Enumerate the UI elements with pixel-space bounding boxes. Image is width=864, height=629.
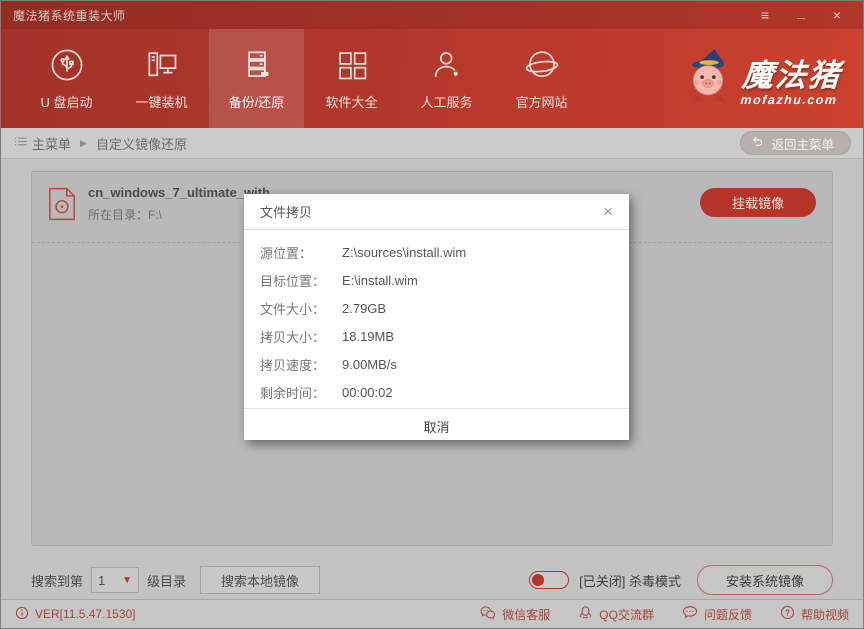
search-depth-value: 1 <box>98 573 105 588</box>
usb-icon <box>48 46 86 84</box>
globe-icon <box>523 46 561 84</box>
pig-mascot-icon <box>682 47 734 110</box>
file-copy-dialog: 文件拷贝 × 源位置： Z:\sources\install.wim 目标位置：… <box>244 194 629 440</box>
breadcrumb-separator-icon: ▶ <box>80 138 87 149</box>
footer-link-wechat[interactable]: 微信客服 <box>480 605 550 623</box>
breadcrumb-bar: 主菜单 ▶ 自定义镜像还原 返回主菜单 <box>1 128 863 159</box>
window-controls: ≡ _ × <box>757 8 851 22</box>
breadcrumb-current: 自定义镜像还原 <box>96 134 187 153</box>
footer-link-feedback[interactable]: 问题反馈 <box>682 605 752 623</box>
apps-grid-icon <box>333 46 371 84</box>
minimize-icon[interactable]: _ <box>793 5 809 19</box>
dialog-close-icon[interactable]: × <box>603 203 613 220</box>
app-window: 魔法猪系统重装大师 ≡ _ × U 盘启动 <box>0 0 864 629</box>
mount-image-button[interactable]: 挂载镜像 <box>700 188 816 217</box>
version-text: VER[11.5.47.1530] <box>35 607 136 621</box>
nav-item-label: U 盘启动 <box>40 92 92 111</box>
nav-item-software[interactable]: 软件大全 <box>304 29 399 128</box>
brand-name: 魔法猪 <box>741 50 843 95</box>
dialog-row-file-size: 文件大小： 2.79GB <box>244 294 629 322</box>
search-depth-suffix: 级目录 <box>147 571 186 590</box>
nav-item-label: 人工服务 <box>420 92 472 111</box>
dialog-row-copy-speed: 拷贝速度： 9.00MB/s <box>244 350 629 378</box>
qq-icon <box>578 605 593 623</box>
dialog-row-copied-size: 拷贝大小： 18.19MB <box>244 322 629 350</box>
nav-item-service[interactable]: 人工服务 <box>399 29 494 128</box>
svg-text:?: ? <box>785 608 790 617</box>
nav-item-usb-boot[interactable]: U 盘启动 <box>19 29 114 128</box>
close-icon[interactable]: × <box>829 8 845 22</box>
antivirus-mode-label: [已关闭] 杀毒模式 <box>579 571 681 590</box>
nav-item-website[interactable]: 官方网站 <box>494 29 589 128</box>
footer-bar: VER[11.5.47.1530] 微信客服 <box>1 599 863 628</box>
nav-item-backup-restore[interactable]: 备份/还原 <box>209 29 304 128</box>
feedback-icon <box>682 605 698 623</box>
search-depth-select[interactable]: 1 ▼ <box>91 567 139 593</box>
dialog-row-target: 目标位置： E:\install.wim <box>244 266 629 294</box>
iso-disc-icon <box>48 187 76 226</box>
breadcrumb-root[interactable]: 主菜单 <box>32 134 71 153</box>
search-depth-prefix: 搜索到第 <box>31 571 83 590</box>
nav-item-label: 备份/还原 <box>229 92 285 111</box>
version-info[interactable]: VER[11.5.47.1530] <box>15 606 136 623</box>
antivirus-toggle[interactable] <box>529 571 569 589</box>
nav-item-label: 官方网站 <box>515 92 567 111</box>
footer-link-qq[interactable]: QQ交流群 <box>578 605 654 623</box>
list-icon <box>13 134 28 152</box>
footer-link-help[interactable]: ? 帮助视频 <box>780 605 849 623</box>
info-icon <box>15 606 29 623</box>
nav-item-label: 一键装机 <box>135 92 187 111</box>
pc-icon <box>143 46 181 84</box>
bottom-controls: 搜索到第 1 ▼ 级目录 搜索本地镜像 [已关闭] 杀毒模式 安装系统镜像 <box>31 564 833 596</box>
backup-restore-icon <box>238 46 276 84</box>
toggle-knob <box>532 574 544 586</box>
dialog-row-time-remaining: 剩余时间： 00:00:02 <box>244 378 629 406</box>
menu-icon[interactable]: ≡ <box>757 8 773 22</box>
search-local-images-button[interactable]: 搜索本地镜像 <box>200 566 320 594</box>
undo-arrow-icon <box>750 135 764 152</box>
window-title: 魔法猪系统重装大师 <box>13 7 126 24</box>
dialog-title: 文件拷贝 <box>260 202 312 221</box>
cancel-button[interactable]: 取消 <box>393 413 479 440</box>
customer-service-icon <box>428 46 466 84</box>
nav-bar: U 盘启动 一键装机 备份/还原 <box>1 29 863 128</box>
back-to-main-menu-button[interactable]: 返回主菜单 <box>740 131 851 155</box>
dialog-row-source: 源位置： Z:\sources\install.wim <box>244 238 629 266</box>
brand-logo: 魔法猪 mofazhu.com <box>682 29 841 128</box>
chevron-down-icon: ▼ <box>122 575 132 586</box>
titlebar: 魔法猪系统重装大师 ≡ _ × <box>1 1 863 29</box>
help-icon: ? <box>780 605 795 623</box>
wechat-icon <box>480 605 496 623</box>
brand-domain: mofazhu.com <box>740 93 840 107</box>
nav-item-label: 软件大全 <box>325 92 377 111</box>
nav-item-one-click-install[interactable]: 一键装机 <box>114 29 209 128</box>
install-system-image-button[interactable]: 安装系统镜像 <box>697 565 833 595</box>
